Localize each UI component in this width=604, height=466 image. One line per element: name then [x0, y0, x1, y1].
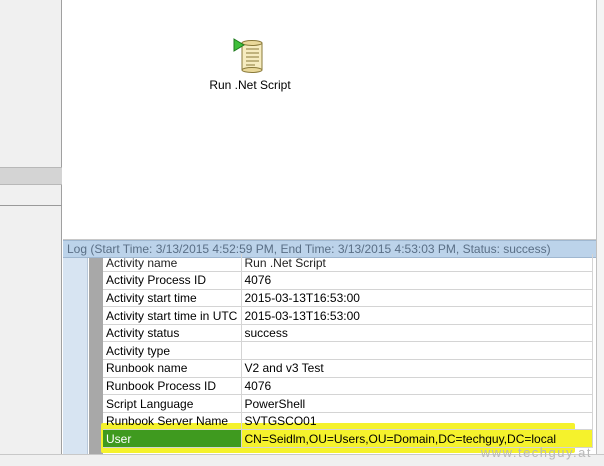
property-value: 2015-03-13T16:53:00: [241, 289, 593, 308]
right-scroll-edge[interactable]: [596, 0, 604, 466]
left-pane-selected-strip[interactable]: [0, 167, 62, 185]
log-gutter: [63, 258, 88, 454]
property-name: Activity status: [103, 324, 242, 343]
property-name: Activity name: [103, 254, 242, 273]
table-row[interactable]: Activity status success: [103, 324, 593, 343]
property-value: 4076: [241, 377, 593, 396]
left-pane-divider: [0, 205, 62, 206]
table-row[interactable]: Script Language PowerShell: [103, 394, 593, 413]
watermark: www.techguy.at: [480, 445, 592, 460]
table-row[interactable]: Runbook Process ID 4076: [103, 377, 593, 396]
property-value: PowerShell: [241, 394, 593, 413]
property-name: Activity Process ID: [103, 271, 242, 290]
property-value: success: [241, 324, 593, 343]
table-row[interactable]: Activity start time in UTC 2015-03-13T16…: [103, 306, 593, 325]
table-row[interactable]: Activity Process ID 4076: [103, 271, 593, 290]
table-row[interactable]: Activity type: [103, 341, 593, 361]
property-value: [241, 341, 593, 361]
property-value: 4076: [241, 271, 593, 290]
script-scroll-icon: [233, 38, 267, 76]
activity-label: Run .Net Script: [209, 78, 291, 92]
property-value: Run .Net Script: [241, 254, 593, 273]
property-name: Script Language: [103, 394, 242, 413]
property-name: Runbook Process ID: [103, 377, 242, 396]
property-name: Runbook Server Name: [103, 412, 242, 431]
property-name: Runbook name: [103, 359, 242, 378]
property-value: V2 and v3 Test: [241, 359, 593, 378]
property-value: 2015-03-13T16:53:00: [241, 306, 593, 325]
log-properties-table: Activity name Run .Net Script Activity P…: [103, 254, 593, 449]
table-row[interactable]: Runbook name V2 and v3 Test: [103, 359, 593, 378]
property-value: SVTGSCO01: [241, 412, 593, 431]
property-name: Activity start time in UTC: [103, 306, 242, 325]
table-row[interactable]: Activity start time 2015-03-13T16:53:00: [103, 289, 593, 308]
table-row[interactable]: Runbook Server Name SVTGSCO01: [103, 412, 593, 431]
activity-run-net-script[interactable]: Run .Net Script: [205, 38, 295, 92]
table-row[interactable]: Activity name Run .Net Script: [103, 254, 593, 273]
property-name: User: [103, 429, 242, 449]
property-name: Activity type: [103, 341, 242, 361]
property-name: Activity start time: [103, 289, 242, 308]
left-pane: [0, 0, 62, 466]
runbook-canvas[interactable]: Run .Net Script: [63, 0, 596, 240]
